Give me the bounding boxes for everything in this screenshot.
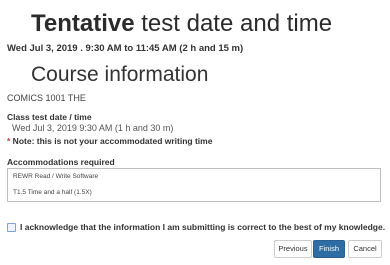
list-item: T1.5 Time and a half (1.5X) (13, 189, 92, 196)
note-text: Note: this is not your accommodated writ… (10, 136, 213, 146)
title-rest: test date and time (134, 10, 333, 37)
title-strong: Tentative (31, 10, 135, 37)
course-heading: Course information (31, 63, 209, 86)
accommodations-label: Accommodations required (7, 157, 115, 167)
cancel-button[interactable]: Cancel (348, 240, 382, 258)
acknowledge-checkbox[interactable] (7, 222, 16, 232)
finish-button[interactable]: Finish (313, 240, 345, 258)
course-name: COMICS 1001 THE (7, 93, 86, 103)
previous-button[interactable]: Previous (274, 240, 312, 258)
test-date-value: Wed Jul 3, 2019 9:30 AM (1 h and 30 m) (12, 123, 174, 133)
acknowledge-label[interactable]: I acknowledge that the information I am … (20, 222, 385, 232)
list-item: REWR Read / Write Software (13, 173, 99, 180)
accommodation-note: * Note: this is not your accommodated wr… (7, 136, 212, 146)
accommodations-list: REWR Read / Write Software T1.5 Time and… (7, 168, 381, 202)
page: Tentative test date and time Wed Jul 3, … (0, 0, 390, 265)
schedule-text: Wed Jul 3, 2019 . 9:30 AM to 11:45 AM (2… (7, 43, 244, 54)
test-date-label: Class test date / time (7, 112, 92, 122)
acknowledge-row: I acknowledge that the information I am … (7, 222, 385, 232)
page-title: Tentative test date and time (31, 10, 332, 38)
